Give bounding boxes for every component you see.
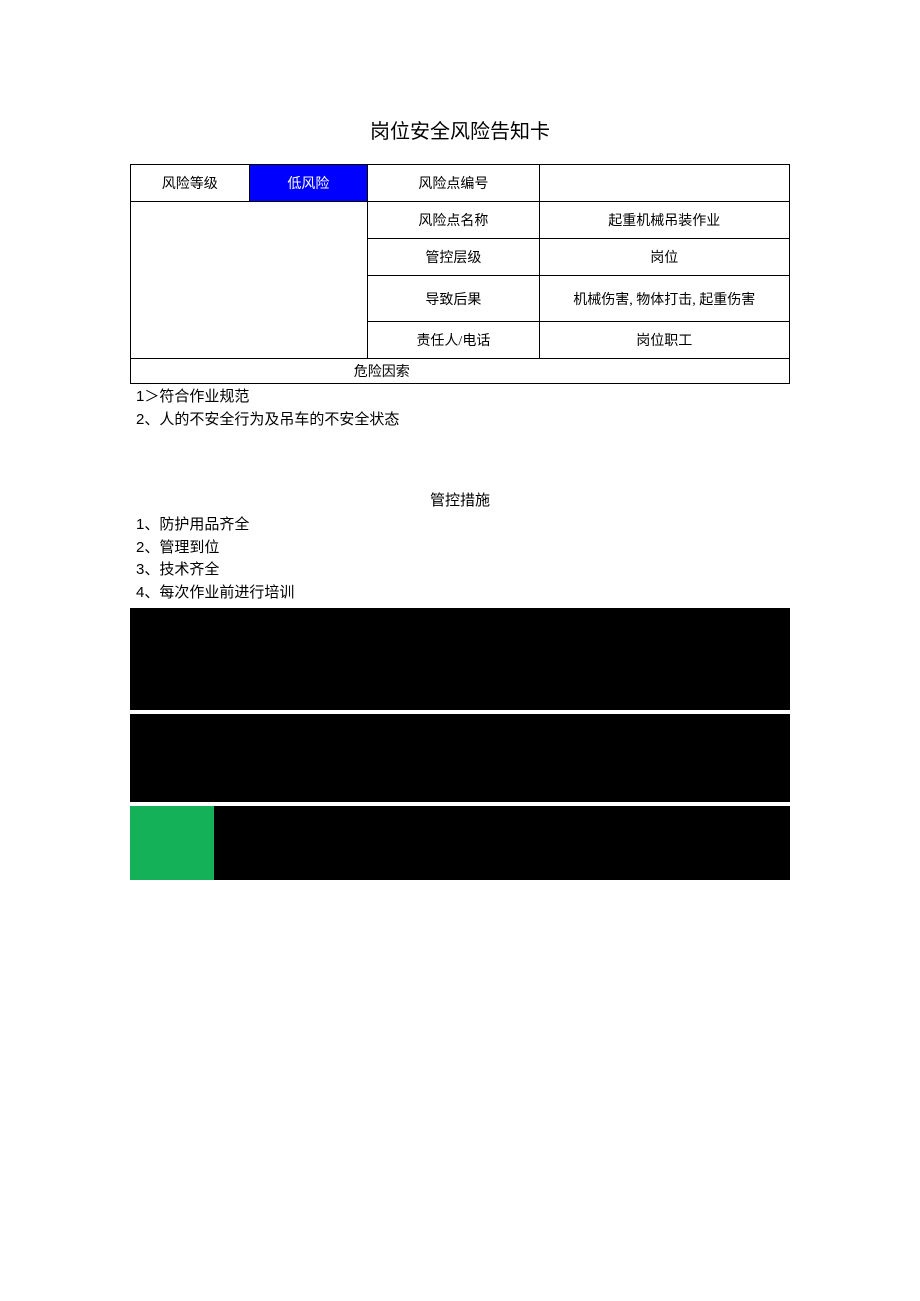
page-title: 岗位安全风险告知卡 [130, 115, 790, 144]
list-item: 2、管理到位 [136, 537, 790, 560]
list-item: 3、技术齐全 [136, 559, 790, 582]
risk-level-value: 低风险 [249, 165, 368, 202]
risk-info-table: 风险等级 低风险 风险点编号 风险点名称 起重机械吊装作业 管控层级 岗位 导致… [130, 164, 790, 384]
list-item: 4、每次作业前进行培训 [136, 582, 790, 605]
risk-level-label: 风险等级 [131, 165, 250, 202]
responsible-value: 岗位职工 [539, 322, 789, 359]
table-row: 风险点名称 起重机械吊装作业 [131, 202, 790, 239]
color-bar-row [130, 806, 790, 880]
danger-factor-right: 险因索 [368, 359, 790, 384]
risk-factors-list: 1＞符合作业规范 2、人的不安全行为及吊车的不安全状态 [130, 386, 790, 431]
green-square [130, 806, 214, 880]
empty-merged-cell [131, 202, 368, 359]
table-row: 风险等级 低风险 风险点编号 [131, 165, 790, 202]
responsible-label: 责任人/电话 [368, 322, 539, 359]
black-bar [130, 608, 790, 710]
redacted-block [130, 608, 790, 880]
control-level-label: 管控层级 [368, 239, 539, 276]
list-item: 2、人的不安全行为及吊车的不安全状态 [136, 409, 790, 432]
risk-point-no-value [539, 165, 789, 202]
risk-point-name-value: 起重机械吊装作业 [539, 202, 789, 239]
danger-factor-left: 危 [131, 359, 368, 384]
control-measures-list: 1、防护用品齐全 2、管理到位 3、技术齐全 4、每次作业前进行培训 [130, 514, 790, 604]
list-item: 1、防护用品齐全 [136, 514, 790, 537]
table-row: 危 险因索 [131, 359, 790, 384]
risk-point-no-label: 风险点编号 [368, 165, 539, 202]
black-bar [214, 806, 790, 880]
consequence-value: 机械伤害, 物体打击, 起重伤害 [539, 276, 789, 322]
black-bar [130, 714, 790, 802]
consequence-label: 导致后果 [368, 276, 539, 322]
control-level-value: 岗位 [539, 239, 789, 276]
risk-point-name-label: 风险点名称 [368, 202, 539, 239]
list-item: 1＞符合作业规范 [136, 386, 790, 409]
control-measures-heading: 管控措施 [130, 489, 790, 510]
